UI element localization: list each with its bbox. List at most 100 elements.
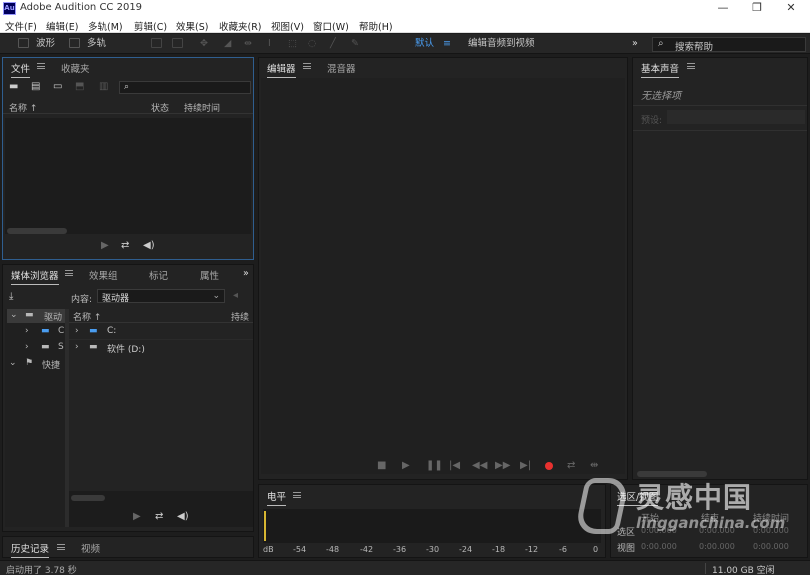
- tab-editor[interactable]: 编辑器: [267, 61, 296, 78]
- essential-sound-title[interactable]: 基本声音: [641, 61, 680, 78]
- view-duration[interactable]: 0:00.000: [753, 542, 789, 551]
- fast-forward-icon[interactable]: ▶▶: [495, 460, 510, 471]
- play-icon[interactable]: ▶: [402, 460, 410, 471]
- tab-history[interactable]: 历史记录: [11, 541, 50, 558]
- preset-dropdown[interactable]: [667, 110, 805, 124]
- selection-end[interactable]: 0:00.000: [699, 526, 735, 535]
- menu-multitrack[interactable]: 多轨(M): [88, 19, 123, 33]
- stop-icon[interactable]: ■: [377, 460, 386, 471]
- files-list[interactable]: [5, 118, 251, 234]
- tree-item-c[interactable]: › ▬ C: [25, 325, 65, 339]
- menu-window[interactable]: 窗口(W): [313, 19, 349, 33]
- menu-favorites[interactable]: 收藏夹(R): [219, 19, 262, 33]
- editor-canvas[interactable]: [261, 78, 625, 474]
- menu-help[interactable]: 帮助(H): [359, 19, 393, 33]
- more-tabs-icon[interactable]: »: [243, 268, 249, 279]
- column-name[interactable]: 名称 ↑: [9, 101, 37, 114]
- files-panel-menu-icon[interactable]: [37, 63, 45, 69]
- tree-label: 快捷: [42, 361, 61, 371]
- record-button[interactable]: [545, 462, 553, 470]
- menu-file[interactable]: 文件(F): [5, 19, 37, 33]
- spectral-display-icon[interactable]: [151, 38, 162, 48]
- back-arrow-icon[interactable]: ◂: [233, 290, 238, 301]
- menu-edit[interactable]: 编辑(E): [46, 19, 78, 33]
- column-name[interactable]: 名称 ↑: [73, 310, 101, 323]
- maximize-button[interactable]: ❐: [740, 0, 774, 17]
- download-icon[interactable]: ⤓: [9, 291, 13, 302]
- pitch-display-icon[interactable]: [172, 38, 183, 48]
- tree-item-s[interactable]: › ▬ S: [25, 341, 65, 355]
- files-scrollbar[interactable]: [7, 228, 67, 234]
- media-panel-menu-icon[interactable]: [65, 270, 73, 276]
- tab-markers[interactable]: 标记: [149, 268, 168, 282]
- autoplay-speaker-icon[interactable]: ◀): [177, 511, 189, 522]
- menu-clip[interactable]: 剪辑(C): [134, 19, 167, 33]
- level-meter: [263, 509, 601, 543]
- editor-panel-menu-icon[interactable]: [303, 63, 311, 69]
- close-button[interactable]: ✕: [774, 0, 808, 17]
- level-panel-menu-icon[interactable]: [293, 492, 301, 498]
- workspace-default[interactable]: 默认: [415, 37, 434, 51]
- menu-view[interactable]: 视图(V): [271, 19, 304, 33]
- content-dropdown[interactable]: 驱动器 ⌄: [97, 289, 225, 304]
- view-start[interactable]: 0:00.000: [641, 542, 677, 551]
- lasso-tool-icon[interactable]: ◌: [308, 37, 316, 51]
- move-tool-icon[interactable]: ✥: [200, 37, 208, 51]
- razor-tool-icon[interactable]: ◢: [224, 37, 231, 51]
- tree-item-shortcuts[interactable]: ⌄ ⚑ 快捷: [9, 357, 65, 371]
- loop-playback-icon[interactable]: ⇄: [567, 460, 575, 471]
- pause-icon[interactable]: ❚❚: [426, 460, 443, 471]
- tab-mixer[interactable]: 混音器: [327, 61, 356, 75]
- search-help-field[interactable]: ⌕ 搜索帮助: [652, 37, 806, 53]
- loop-icon[interactable]: ⇄: [155, 511, 163, 522]
- selection-duration[interactable]: 0:00.000: [753, 526, 789, 535]
- autoplay-speaker-icon[interactable]: ◀): [143, 240, 155, 251]
- time-selection-tool-icon[interactable]: I: [268, 37, 271, 51]
- preset-label: 预设:: [641, 116, 663, 126]
- rewind-icon[interactable]: ◀◀: [472, 460, 487, 471]
- loop-icon[interactable]: ⇄: [121, 240, 129, 251]
- waveform-button[interactable]: 波形: [36, 37, 55, 51]
- column-duration[interactable]: 持续时间: [184, 101, 220, 114]
- essential-sound-menu-icon[interactable]: [687, 63, 695, 69]
- column-duration[interactable]: 持续: [231, 310, 249, 323]
- tab-video[interactable]: 视频: [81, 541, 100, 555]
- tab-effects-rack[interactable]: 效果组: [89, 268, 118, 282]
- history-panel-menu-icon[interactable]: [57, 544, 65, 550]
- new-file-icon[interactable]: ▭: [53, 81, 62, 92]
- open-file-icon[interactable]: ▬: [9, 81, 18, 92]
- multitrack-button[interactable]: 多轨: [87, 37, 106, 51]
- drive-row[interactable]: › ▬ C:: [69, 325, 253, 340]
- import-file-icon[interactable]: ▤: [31, 81, 40, 92]
- play-icon[interactable]: ▶: [101, 240, 109, 251]
- minimize-button[interactable]: —: [706, 0, 740, 17]
- files-search-input[interactable]: ⌕: [119, 81, 251, 94]
- brush-tool-icon[interactable]: ╱: [330, 37, 336, 51]
- workspace-edit-video[interactable]: 编辑音频到视频: [468, 37, 535, 51]
- skip-selection-icon[interactable]: ⇹: [590, 460, 598, 471]
- save-file-icon[interactable]: ⬒: [75, 81, 84, 92]
- marquee-tool-icon[interactable]: ⬚: [288, 37, 297, 51]
- view-end[interactable]: 0:00.000: [699, 542, 735, 551]
- go-to-start-icon[interactable]: |◀: [449, 460, 460, 471]
- more-workspaces-icon[interactable]: »: [632, 37, 638, 51]
- tree-item-drives[interactable]: ⌄ ▬ 驱动: [7, 309, 65, 323]
- go-to-end-icon[interactable]: ▶|: [520, 460, 531, 471]
- multitrack-icon: [69, 38, 80, 48]
- tab-files[interactable]: 文件: [11, 61, 31, 78]
- menu-effects[interactable]: 效果(S): [176, 19, 208, 33]
- slip-tool-icon[interactable]: ⇹: [244, 37, 252, 51]
- tab-media-browser[interactable]: 媒体浏览器: [11, 268, 59, 285]
- drive-list-scrollbar[interactable]: [71, 495, 105, 501]
- tab-properties[interactable]: 属性: [200, 268, 219, 282]
- essential-sound-scrollbar[interactable]: [637, 471, 707, 477]
- delete-file-icon[interactable]: ▥: [99, 81, 108, 92]
- selection-start[interactable]: 0:00.000: [641, 526, 677, 535]
- play-icon[interactable]: ▶: [133, 511, 141, 522]
- window-title: Adobe Audition CC 2019: [20, 2, 143, 13]
- drive-row[interactable]: › ▬ 软件 (D:): [69, 341, 253, 356]
- workspace-menu-icon[interactable]: ≡: [443, 37, 451, 51]
- column-status[interactable]: 状态: [151, 101, 169, 114]
- spot-healing-tool-icon[interactable]: ✎: [351, 37, 359, 51]
- tab-favorites[interactable]: 收藏夹: [61, 61, 90, 75]
